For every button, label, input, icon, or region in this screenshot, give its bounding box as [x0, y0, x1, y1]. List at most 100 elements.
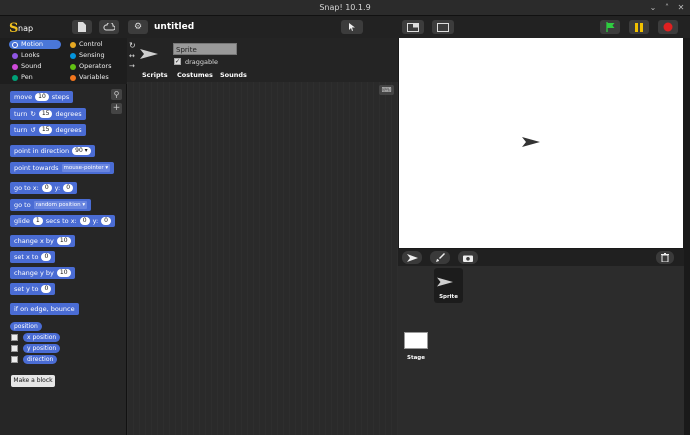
svg-text:S: S	[9, 21, 18, 35]
gear-icon[interactable]: ⚙	[128, 20, 148, 34]
block-input[interactable]: 0	[101, 217, 111, 225]
category-variables[interactable]: Variables	[67, 73, 119, 82]
chevron-down-icon[interactable]: ⌄	[648, 3, 658, 13]
plus-icon[interactable]: +	[111, 103, 122, 114]
corral-sprite-item[interactable]: Sprite	[434, 268, 463, 303]
svg-text:nap: nap	[18, 24, 33, 33]
block-point-in-direction[interactable]: point in direction 90 ▾	[10, 145, 95, 157]
block-set-y[interactable]: set y to 0	[10, 283, 56, 295]
block-change-y[interactable]: change y by 10	[10, 267, 75, 279]
block-go-to-xy[interactable]: go to x: 0 y: 0	[10, 182, 78, 194]
block-input[interactable]: 0	[79, 217, 90, 225]
block-dropdown[interactable]: random position ▾	[33, 201, 88, 209]
stage-size-icon[interactable]	[402, 20, 424, 34]
reporter-position[interactable]: position	[10, 322, 42, 331]
watcher-checkbox[interactable]	[11, 334, 18, 341]
block-input[interactable]: 1	[32, 217, 43, 225]
window-titlebar: Snap! 10.1.9 ⌄ ˄ ✕	[0, 0, 690, 16]
make-a-block-button[interactable]: Make a block	[11, 375, 55, 387]
close-icon[interactable]: ✕	[676, 3, 686, 13]
camera-icon[interactable]	[458, 251, 478, 264]
category-color	[12, 52, 18, 59]
stage-thumbnail[interactable]	[404, 332, 428, 349]
green-flag-icon[interactable]	[600, 20, 620, 34]
block-text: set x to	[14, 253, 39, 261]
file-icon[interactable]	[72, 20, 92, 34]
block-input[interactable]: 15	[38, 126, 53, 134]
reporter-direction[interactable]: direction	[23, 355, 58, 364]
block-point-towards[interactable]: point towards mouse-pointer ▾	[10, 162, 115, 174]
reporter-x-position[interactable]: x position	[23, 333, 61, 342]
block-text: if on edge, bounce	[14, 305, 75, 313]
sprite-bar: ↻ ↔ → Sprite ✓ draggable Scripts Costume…	[127, 38, 398, 82]
scripts-area[interactable]: ⌨	[127, 82, 398, 435]
reporter-y-position[interactable]: y position	[23, 344, 61, 353]
block-text: steps	[51, 93, 70, 101]
category-control[interactable]: Control	[67, 40, 119, 49]
block-text: change x by	[14, 237, 54, 245]
tab-scripts[interactable]: Scripts	[142, 71, 168, 81]
keyboard-icon[interactable]: ⌨	[379, 85, 394, 95]
cloud-icon[interactable]	[99, 20, 119, 34]
trash-icon[interactable]	[656, 251, 674, 264]
stage-label: Stage	[407, 355, 425, 361]
draggable-checkbox[interactable]: ✓	[174, 58, 181, 65]
block-set-x[interactable]: set x to 0	[10, 251, 56, 263]
left-right-icon[interactable]: ↔	[129, 52, 135, 60]
turtle-icon[interactable]	[402, 251, 422, 264]
block-input[interactable]: 0	[41, 285, 52, 293]
block-input[interactable]: 10	[56, 237, 71, 245]
sprite-thumbnail-icon	[437, 277, 453, 287]
block-input[interactable]: 0	[41, 184, 52, 192]
watcher-checkbox[interactable]	[11, 356, 18, 363]
category-sound[interactable]: Sound	[9, 62, 61, 71]
project-title: untitled	[154, 22, 195, 32]
sprite-name-input[interactable]: Sprite	[173, 43, 237, 55]
block-change-x[interactable]: change x by 10	[10, 235, 75, 247]
paintbrush-icon[interactable]	[430, 251, 450, 264]
category-looks[interactable]: Looks	[9, 51, 61, 60]
rotate-counterclockwise-icon: ↺	[30, 126, 36, 134]
category-color	[70, 63, 76, 70]
block-go-to[interactable]: go to random position ▾	[10, 199, 92, 211]
block-input[interactable]: 0	[41, 253, 52, 261]
block-input[interactable]: 10	[56, 269, 71, 277]
block-turn-counterclockwise[interactable]: turn ↺ 15 degrees	[10, 124, 86, 136]
block-input[interactable]: 0	[63, 184, 74, 192]
block-palette: ⚲ + move 10 steps turn ↻ 15 degrees turn ↺ 15 de…	[0, 84, 127, 435]
maximize-icon[interactable]: ˄	[662, 3, 672, 13]
corral-bar	[398, 249, 684, 266]
window-title: Snap! 10.1.9	[319, 3, 371, 12]
category-motion[interactable]: Motion	[9, 40, 61, 49]
rotate-clockwise-icon: ↻	[30, 110, 36, 118]
category-label: Pen	[21, 73, 33, 81]
snap-logo[interactable]: S nap	[8, 19, 42, 35]
block-dropdown-value: mouse-pointer	[63, 165, 104, 171]
block-turn-clockwise[interactable]: turn ↻ 15 degrees	[10, 108, 86, 120]
category-pen[interactable]: Pen	[9, 73, 61, 82]
sprite-arrow[interactable]	[522, 136, 540, 148]
block-dropdown[interactable]: mouse-pointer ▾	[61, 164, 111, 172]
tab-costumes[interactable]: Costumes	[177, 71, 213, 81]
category-color	[12, 63, 18, 70]
category-sensing[interactable]: Sensing	[67, 51, 119, 60]
fullscreen-icon[interactable]	[432, 20, 454, 34]
rotate-icon[interactable]: ↻	[129, 41, 136, 50]
block-input[interactable]: 90 ▾	[72, 147, 91, 155]
block-glide[interactable]: glide 1 secs to x: 0 y: 0	[10, 215, 115, 227]
draggable-label: draggable	[185, 58, 218, 66]
block-move[interactable]: move 10 steps	[10, 91, 74, 103]
stop-icon[interactable]	[658, 20, 678, 34]
cursor-icon[interactable]	[341, 20, 363, 34]
block-input[interactable]: 15	[38, 110, 53, 118]
block-bounce[interactable]: if on edge, bounce	[10, 303, 79, 315]
category-operators[interactable]: Operators	[67, 62, 119, 71]
search-icon[interactable]: ⚲	[111, 89, 122, 100]
no-rotate-icon[interactable]: →	[129, 62, 135, 70]
stage[interactable]	[399, 38, 683, 248]
block-text: go to x:	[14, 184, 39, 192]
block-input[interactable]: 10	[35, 93, 49, 101]
pause-icon[interactable]	[629, 20, 649, 34]
watcher-checkbox[interactable]	[11, 345, 18, 352]
tab-sounds[interactable]: Sounds	[220, 71, 247, 81]
